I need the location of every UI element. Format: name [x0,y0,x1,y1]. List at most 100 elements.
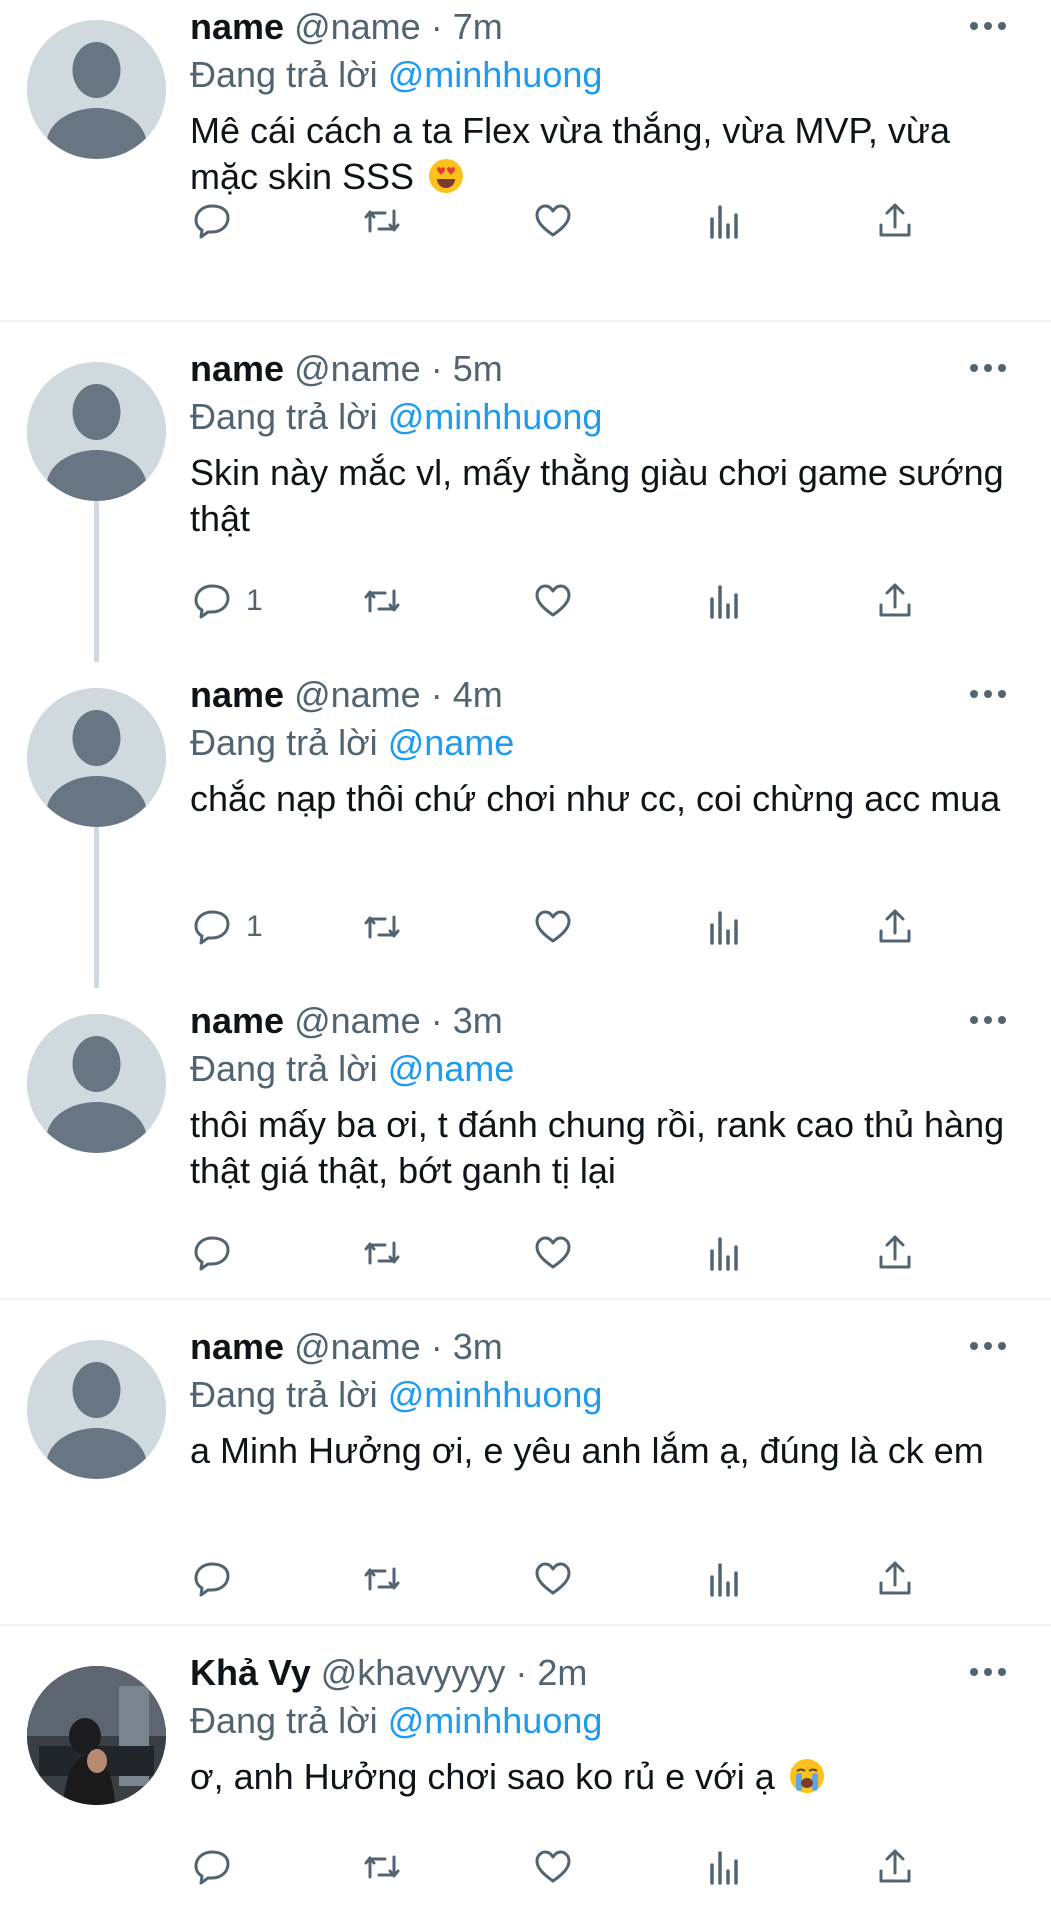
user-handle[interactable]: @name [294,674,421,715]
reply-icon [194,1236,230,1271]
tweet[interactable]: name @name · 3m Đang trả lời @name thôi … [0,994,1051,1284]
display-name[interactable]: name [190,6,284,47]
like-button[interactable] [531,576,575,626]
tweet[interactable]: name @name · 5m Đang trả lời @minhhuong … [0,342,1051,652]
reply-icon [194,1850,230,1885]
display-name[interactable]: Khả Vy [190,1652,311,1693]
tweet-header: name @name · 3m [190,1324,503,1370]
reply-count: 1 [246,910,263,943]
share-button[interactable] [873,1842,917,1892]
timestamp[interactable]: 2m [537,1652,587,1693]
divider [0,1624,1051,1626]
more-icon[interactable] [965,348,1011,388]
share-button[interactable] [873,196,917,246]
retweet-icon [364,1855,400,1879]
reply-button[interactable] [190,1228,246,1278]
reply-button[interactable] [190,1842,246,1892]
replying-to-label: Đang trả lời [190,396,378,437]
display-name[interactable]: name [190,348,284,389]
views-button[interactable] [702,902,746,952]
replying-to: Đang trả lời @minhhuong [190,1698,602,1744]
avatar[interactable] [27,362,166,501]
views-icon [710,205,738,239]
timestamp[interactable]: 7m [453,6,503,47]
like-button[interactable] [531,1228,575,1278]
avatar[interactable] [27,1666,166,1805]
avatar[interactable] [27,1014,166,1153]
timestamp[interactable]: 4m [453,674,503,715]
share-icon [879,1561,911,1595]
avatar[interactable] [27,1340,166,1479]
more-icon[interactable] [965,1000,1011,1040]
user-handle[interactable]: @khavyyyy [321,1652,506,1693]
user-handle[interactable]: @name [294,1000,421,1041]
replying-to: Đang trả lời @minhhuong [190,394,602,440]
mention-link[interactable]: @minhhuong [388,54,603,95]
reply-button[interactable] [190,1554,246,1604]
retweet-button[interactable] [360,1228,404,1278]
timestamp[interactable]: 5m [453,348,503,389]
views-button[interactable] [702,1842,746,1892]
share-button[interactable] [873,1228,917,1278]
display-name[interactable]: name [190,674,284,715]
more-icon[interactable] [965,1326,1011,1366]
more-icon[interactable] [965,1652,1011,1692]
mention-link[interactable]: @name [388,1048,515,1089]
mention-link[interactable]: @minhhuong [388,1700,603,1741]
share-button[interactable] [873,1554,917,1604]
like-icon [535,204,571,237]
tweet-text-content: Skin này mắc vl, mấy thằng giàu chơi gam… [190,452,1004,539]
tweet[interactable]: name @name · 3m Đang trả lời @minhhuong … [0,1320,1051,1620]
tweet-header: name @name · 5m [190,346,503,392]
more-icon[interactable] [965,6,1011,46]
share-button[interactable] [873,902,917,952]
avatar[interactable] [27,20,166,159]
reply-count: 1 [246,584,263,617]
views-button[interactable] [702,1554,746,1604]
mention-link[interactable]: @name [388,722,515,763]
avatar[interactable] [27,688,166,827]
reply-button[interactable]: 1 [190,576,263,626]
reply-button[interactable]: 1 [190,902,263,952]
tweet[interactable]: name @name · 4m Đang trả lời @name chắc … [0,668,1051,978]
tweet-header: name @name · 3m [190,998,503,1044]
replying-to-label: Đang trả lời [190,54,378,95]
tweet[interactable]: Khả Vy @khavyyyy · 2m Đang trả lời @minh… [0,1646,1051,1920]
mention-link[interactable]: @minhhuong [388,1374,603,1415]
share-button[interactable] [873,576,917,626]
timestamp[interactable]: 3m [453,1000,503,1041]
like-button[interactable] [531,902,575,952]
views-button[interactable] [702,1228,746,1278]
separator-dot: · [430,6,443,47]
replying-to-label: Đang trả lời [190,722,378,763]
like-icon [535,584,571,617]
views-button[interactable] [702,196,746,246]
separator-dot: · [430,1000,443,1041]
tweet[interactable]: name @name · 7m Đang trả lời @minhhuong … [0,0,1051,260]
user-handle[interactable]: @name [294,1326,421,1367]
retweet-button[interactable] [360,902,404,952]
retweet-icon [364,209,400,233]
user-handle[interactable]: @name [294,6,421,47]
retweet-button[interactable] [360,1554,404,1604]
tweet-feed: name @name · 7m Đang trả lời @minhhuong … [0,0,1051,1920]
timestamp[interactable]: 3m [453,1326,503,1367]
replying-to: Đang trả lời @name [190,720,514,766]
like-button[interactable] [531,1554,575,1604]
more-icon[interactable] [965,674,1011,714]
user-handle[interactable]: @name [294,348,421,389]
views-button[interactable] [702,576,746,626]
display-name[interactable]: name [190,1000,284,1041]
retweet-button[interactable] [360,1842,404,1892]
share-icon [879,1849,911,1883]
display-name[interactable]: name [190,1326,284,1367]
mention-link[interactable]: @minhhuong [388,396,603,437]
retweet-button[interactable] [360,196,404,246]
like-button[interactable] [531,1842,575,1892]
like-button[interactable] [531,196,575,246]
reply-button[interactable] [190,196,246,246]
retweet-icon [364,1567,400,1591]
retweet-button[interactable] [360,576,404,626]
tweet-text: Skin này mắc vl, mấy thằng giàu chơi gam… [190,450,1020,542]
like-icon [535,910,571,943]
